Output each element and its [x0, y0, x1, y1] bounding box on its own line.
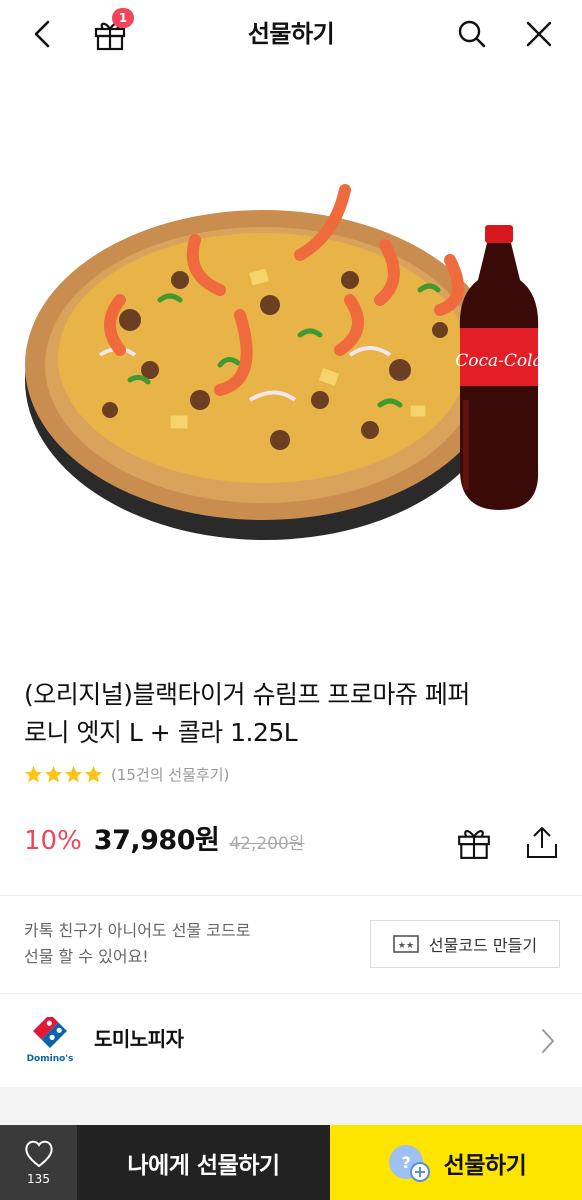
back-button[interactable]	[18, 10, 66, 58]
gift-code-info-line1: 카톡 친구가 아니어도 선물 코드로	[24, 921, 251, 940]
discount-rate: 10%	[24, 826, 82, 856]
wish-gift-button[interactable]	[452, 820, 496, 864]
friend-add-icon: ?	[388, 1144, 430, 1182]
send-gift-button[interactable]: ? 선물하기	[330, 1125, 582, 1200]
create-gift-code-label: 선물코드 만들기	[428, 936, 538, 955]
section-spacer	[0, 1087, 582, 1125]
rating-stars	[24, 765, 103, 784]
brand-name: 도미노피자	[94, 1027, 184, 1051]
like-button[interactable]: 135	[0, 1125, 77, 1200]
close-button[interactable]	[515, 10, 563, 58]
header: 1 선물하기	[0, 0, 582, 68]
product-image: Coca-Cola	[25, 184, 543, 540]
bottom-action-bar: 135 나에게 선물하기 ? 선물하기	[0, 1125, 582, 1200]
svg-text:?: ?	[401, 1153, 410, 1172]
review-count: (15건의 선물후기)	[111, 765, 230, 784]
back-arrow-icon	[34, 20, 50, 48]
star-icon	[24, 765, 43, 782]
close-icon	[526, 21, 552, 47]
star-icon	[64, 765, 83, 782]
product-name-line1: (오리지널)블랙타이거 슈림프 프로마쥬 페퍼	[24, 680, 470, 709]
gift-count-badge: 1	[112, 8, 134, 28]
price-row: 10% 37,980원 42,200원	[24, 818, 304, 860]
star-icon	[84, 765, 103, 782]
gift-box-button[interactable]: 1	[86, 8, 134, 58]
product-name: (오리지널)블랙타이거 슈림프 프로마쥬 페퍼 로니 엣지 L + 콜라 1.2…	[24, 676, 554, 752]
send-gift-label: 선물하기	[443, 1152, 527, 1179]
sale-price: 37,980원	[93, 825, 220, 856]
star-icon	[44, 765, 63, 782]
gift-icon	[458, 830, 490, 859]
like-count: 135	[27, 1172, 50, 1186]
create-gift-code-button[interactable]: ★★ 선물코드 만들기	[370, 920, 560, 968]
dominos-logo-text: Domino's	[27, 1054, 74, 1064]
cola-bottle: Coca-Cola	[455, 225, 543, 510]
share-button[interactable]	[520, 820, 564, 864]
heart-icon	[24, 1140, 53, 1168]
dominos-logo: Domino's	[27, 1017, 74, 1064]
rating[interactable]: (15건의 선물후기)	[24, 762, 229, 786]
gift-code-info: 카톡 친구가 아니어도 선물 코드로 선물 할 수 있어요!	[24, 918, 344, 970]
search-button[interactable]	[448, 10, 496, 58]
gift-to-me-button[interactable]: 나에게 선물하기	[77, 1125, 330, 1200]
search-icon	[458, 20, 486, 48]
original-price: 42,200원	[229, 834, 305, 854]
brand-row[interactable]: Domino's 도미노피자	[0, 995, 582, 1087]
divider	[0, 993, 582, 994]
divider	[0, 895, 582, 896]
svg-text:★★: ★★	[398, 941, 414, 951]
chevron-right-icon	[542, 1029, 554, 1053]
cola-label: Coca-Cola	[455, 351, 542, 371]
ticket-icon: ★★	[393, 935, 419, 953]
gift-to-me-label: 나에게 선물하기	[127, 1152, 280, 1179]
gift-code-info-line2: 선물 할 수 있어요!	[24, 947, 149, 966]
product-name-line2: 로니 엣지 L + 콜라 1.25L	[24, 718, 298, 747]
share-icon	[527, 827, 557, 858]
